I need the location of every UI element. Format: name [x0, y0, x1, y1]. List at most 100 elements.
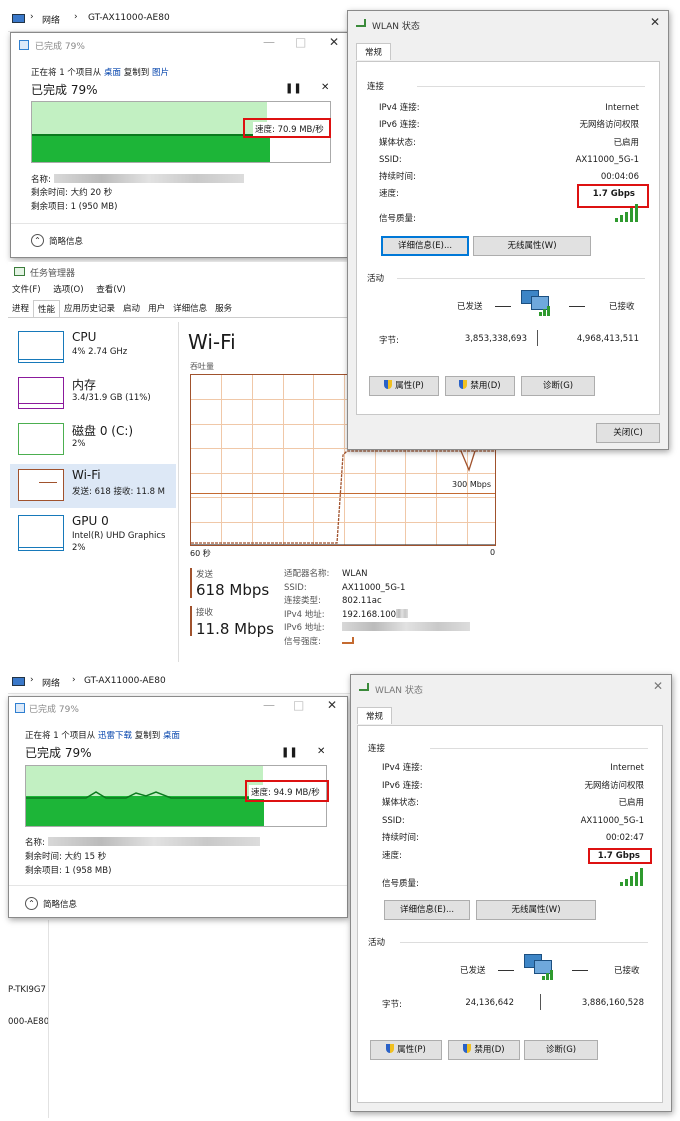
signal-quality-label: 信号质量: — [379, 214, 416, 224]
disable-button[interactable]: 禁用(D) — [448, 1040, 520, 1060]
perf-item-sub: 4% 2.74 GHz — [72, 347, 128, 357]
disable-button[interactable]: 禁用(D) — [445, 376, 515, 396]
highlight-box — [245, 780, 329, 802]
signal-quality-label: 信号质量: — [382, 879, 419, 889]
sent-label: 已发送 — [460, 966, 486, 976]
pause-button[interactable]: ❚❚ — [285, 83, 302, 94]
gpu-mini-graph — [18, 515, 64, 551]
wifi-detail-title: Wi-Fi — [188, 330, 236, 354]
tab-general[interactable]: 常规 — [356, 43, 392, 60]
bytes-sent: 3,853,338,693 — [464, 334, 527, 344]
dest-link[interactable]: 图片 — [152, 68, 169, 78]
perf-item-sub: 3.4/31.9 GB (11%) — [72, 393, 151, 403]
close-button[interactable]: ✕ — [329, 35, 339, 49]
details-button[interactable]: 详细信息(E)... — [384, 900, 470, 920]
tab-users[interactable]: 用户 — [144, 300, 169, 317]
perf-item-sub: 2% — [72, 439, 86, 449]
minimize-button[interactable]: — — [263, 698, 275, 712]
dest-link[interactable]: 桌面 — [163, 731, 180, 741]
source-link[interactable]: 桌面 — [104, 68, 121, 78]
wifi-signal-icon — [356, 19, 366, 27]
details-button[interactable]: 详细信息(E)... — [381, 236, 469, 256]
send-accent-bar — [190, 568, 192, 598]
cpu-mini-graph — [18, 331, 64, 363]
menu-bar: 文件(F) 选项(O) 查看(V) — [12, 283, 126, 295]
axis-right-label: 0 — [490, 548, 496, 557]
perf-item-gpu[interactable]: GPU 0 Intel(R) UHD Graphics 2% — [8, 510, 174, 558]
tab-performance[interactable]: 性能 — [33, 300, 61, 317]
breadcrumb-host[interactable]: GT-AX11000-AE80 — [84, 676, 166, 686]
tab-services[interactable]: 服务 — [211, 300, 236, 317]
shield-icon — [463, 1044, 472, 1053]
collapse-circle-icon[interactable]: ⌃ — [31, 234, 44, 247]
close-button[interactable]: ✕ — [650, 15, 660, 29]
speed-line — [26, 791, 266, 799]
perf-item-disk[interactable]: 磁盘 0 (C:) 2% — [8, 418, 174, 462]
recv-value: 11.8 Mbps — [196, 620, 274, 638]
adapter-info: 适配器名称: WLAN SSID: AX11000_5G-1 连接类型: 802.11… — [284, 568, 470, 649]
maximize-button[interactable]: □ — [295, 35, 306, 49]
breadcrumb-network[interactable]: 网络 — [42, 13, 60, 26]
tab-general[interactable]: 常规 — [357, 707, 393, 724]
menu-view[interactable]: 查看(V) — [96, 285, 125, 295]
close-button[interactable]: ✕ — [653, 679, 663, 693]
copy-icon — [15, 703, 25, 713]
cancel-copy-button[interactable]: ✕ — [317, 746, 325, 757]
background-window-edge — [668, 60, 676, 260]
pause-button[interactable]: ❚❚ — [281, 747, 298, 758]
brief-info-toggle[interactable]: 简略信息 — [49, 235, 83, 247]
wireless-properties-button[interactable]: 无线属性(W) — [476, 900, 596, 920]
diagnose-button[interactable]: 诊断(G) — [524, 1040, 598, 1060]
memory-mini-graph — [18, 377, 64, 409]
tab-startup[interactable]: 启动 — [119, 300, 144, 317]
minimize-button[interactable]: — — [263, 35, 275, 49]
perf-item-cpu[interactable]: CPU 4% 2.74 GHz — [8, 326, 174, 370]
network-computers-icon — [517, 288, 553, 318]
bytes-label: 字节: — [379, 336, 399, 346]
perf-item-name: 内存 — [72, 378, 97, 392]
close-dialog-button[interactable]: 关闭(C) — [596, 423, 660, 443]
menu-options[interactable]: 选项(O) — [53, 285, 83, 295]
background-side-text: P-TKI9G7 000-AE80 — [8, 985, 50, 1027]
properties-button[interactable]: 属性(P) — [370, 1040, 442, 1060]
perf-item-name: GPU 0 — [72, 514, 109, 528]
signal-strength-icon — [342, 636, 354, 644]
diagnose-button[interactable]: 诊断(G) — [521, 376, 595, 396]
source-link[interactable]: 迅雷下载 — [98, 731, 132, 741]
network-computers-icon — [520, 952, 556, 982]
highlight-box — [243, 118, 331, 138]
maximize-button[interactable]: □ — [293, 698, 304, 712]
perf-item-name: CPU — [72, 330, 97, 344]
wlan-status-dialog: WLAN 状态 ✕ 常规 连接 IPv4 连接: Internet IPv6 连接… — [350, 674, 672, 1112]
perf-item-memory[interactable]: 内存 3.4/31.9 GB (11%) — [8, 372, 174, 416]
chevron-right-icon: › — [74, 12, 78, 22]
redacted-filename — [53, 174, 244, 183]
menu-file[interactable]: 文件(F) — [12, 285, 41, 295]
tab-app-history[interactable]: 应用历史记录 — [60, 300, 119, 317]
properties-button[interactable]: 属性(P) — [369, 376, 439, 396]
section-connection: 连接 — [367, 82, 385, 92]
collapse-circle-icon[interactable]: ⌃ — [25, 897, 38, 910]
perf-item-wifi[interactable]: Wi-Fi 发送: 618 接收: 11.8 M — [10, 464, 176, 508]
perf-item-sub: 发送: 618 接收: 11.8 M — [72, 487, 166, 497]
bytes-label: 字节: — [382, 1000, 402, 1010]
monitor-icon — [12, 677, 25, 686]
file-name-row: 名称: — [25, 836, 260, 848]
send-label: 发送 — [196, 570, 214, 580]
brief-info-toggle[interactable]: 简略信息 — [43, 898, 77, 910]
dialog-title: 已完成 79% — [35, 42, 85, 52]
percent-label: 已完成 79% — [25, 746, 92, 760]
breadcrumb-network[interactable]: 网络 — [42, 676, 60, 689]
chevron-right-icon: › — [30, 675, 34, 685]
tab-processes[interactable]: 进程 — [8, 300, 33, 317]
items-remaining: 剩余项目: 1 (958 MB) — [25, 866, 112, 876]
breadcrumb-host[interactable]: GT-AX11000-AE80 — [88, 13, 170, 23]
speed-area — [32, 136, 270, 162]
background-column-edge — [48, 920, 49, 1118]
wireless-properties-button[interactable]: 无线属性(W) — [473, 236, 591, 256]
cancel-copy-button[interactable]: ✕ — [321, 82, 329, 93]
bytes-sent: 24,136,642 — [465, 998, 514, 1008]
received-label: 已接收 — [614, 966, 640, 976]
tab-details[interactable]: 详细信息 — [169, 300, 211, 317]
close-button[interactable]: ✕ — [327, 698, 337, 712]
